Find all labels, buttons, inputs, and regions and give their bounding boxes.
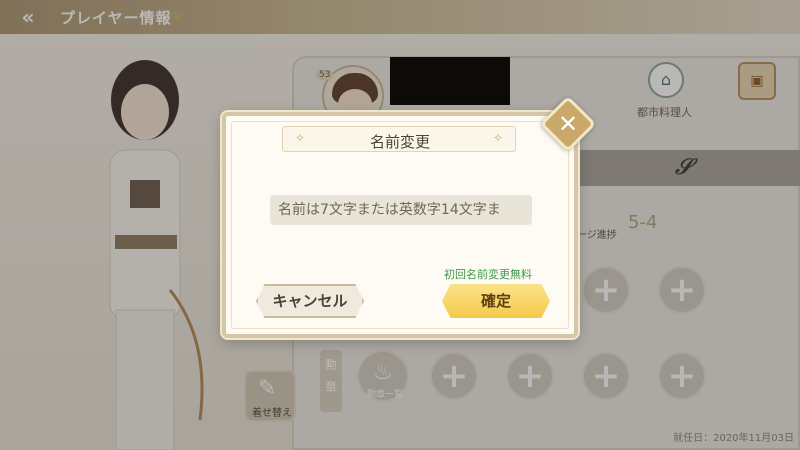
cancel-button[interactable]: キャンセル xyxy=(256,284,364,318)
sparkle-icon: ✧ xyxy=(492,131,503,145)
confirm-button[interactable]: 確定 xyxy=(442,284,550,318)
dialog-title: 名前変更 xyxy=(369,133,430,151)
free-rename-note: 初回名前変更無料 xyxy=(444,268,532,281)
name-input[interactable] xyxy=(270,195,532,225)
close-icon[interactable]: ✕ xyxy=(548,104,588,144)
dialog-title-bar: ✧ 名前変更 ✧ xyxy=(282,126,516,152)
rename-dialog: ✧ 名前変更 ✧ 初回名前変更無料 キャンセル 確定 xyxy=(222,112,578,338)
